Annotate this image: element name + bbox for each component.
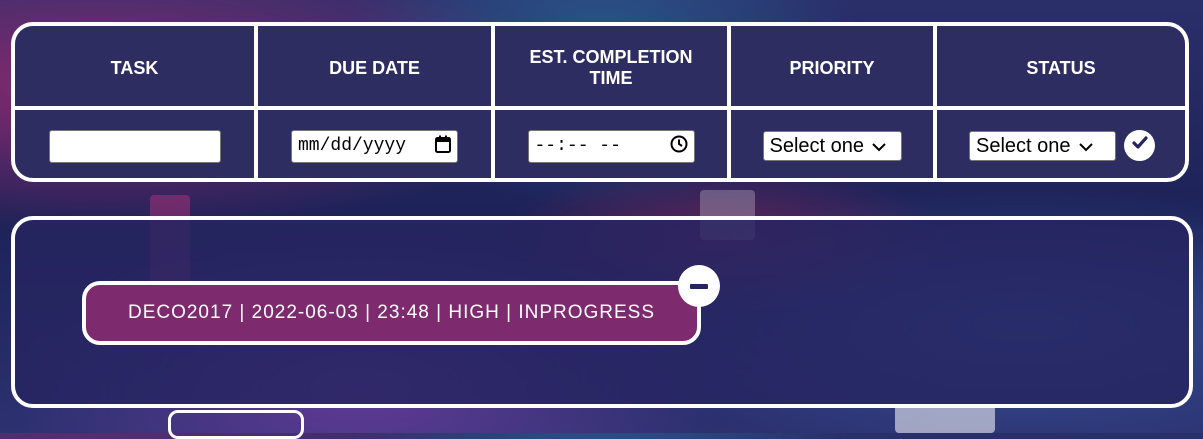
priority-cell: Select one: [731, 110, 933, 178]
task-list: DECO2017 | 2022-06-03 | 23:48 | HIGH | I…: [11, 216, 1193, 408]
clock-icon[interactable]: [670, 135, 688, 158]
task-form: TASK DUE DATE EST. COMPLETION TIME PRIORI…: [11, 22, 1189, 182]
background-sign: [895, 405, 995, 433]
due-date-cell: mm/dd/yyyy: [258, 110, 491, 178]
submit-button[interactable]: [1124, 130, 1155, 161]
task-input[interactable]: [48, 129, 221, 163]
header-task: TASK: [15, 26, 254, 106]
header-status: STATUS: [937, 26, 1185, 106]
chevron-down-icon: [872, 135, 886, 158]
priority-select[interactable]: Select one: [762, 131, 902, 161]
background-sign: [168, 410, 304, 439]
calendar-icon[interactable]: [435, 135, 451, 158]
header-priority: PRIORITY: [731, 26, 933, 106]
remove-task-button[interactable]: [678, 265, 720, 307]
status-select[interactable]: Select one: [969, 131, 1116, 161]
est-completion-time-input[interactable]: --:-- --: [527, 129, 695, 163]
task-item[interactable]: DECO2017 | 2022-06-03 | 23:48 | HIGH | I…: [82, 281, 701, 345]
chevron-down-icon: [1078, 135, 1093, 158]
header-est-completion-time: EST. COMPLETION TIME: [495, 26, 727, 106]
minus-icon: [690, 283, 708, 289]
check-icon: [1131, 136, 1148, 155]
task-item-text: DECO2017 | 2022-06-03 | 23:48 | HIGH | I…: [127, 302, 656, 323]
header-due-date: DUE DATE: [258, 26, 491, 106]
time-cell: --:-- --: [495, 110, 727, 178]
due-date-input[interactable]: mm/dd/yyyy: [291, 129, 458, 163]
task-cell: [15, 110, 254, 178]
status-cell: Select one: [937, 110, 1185, 178]
